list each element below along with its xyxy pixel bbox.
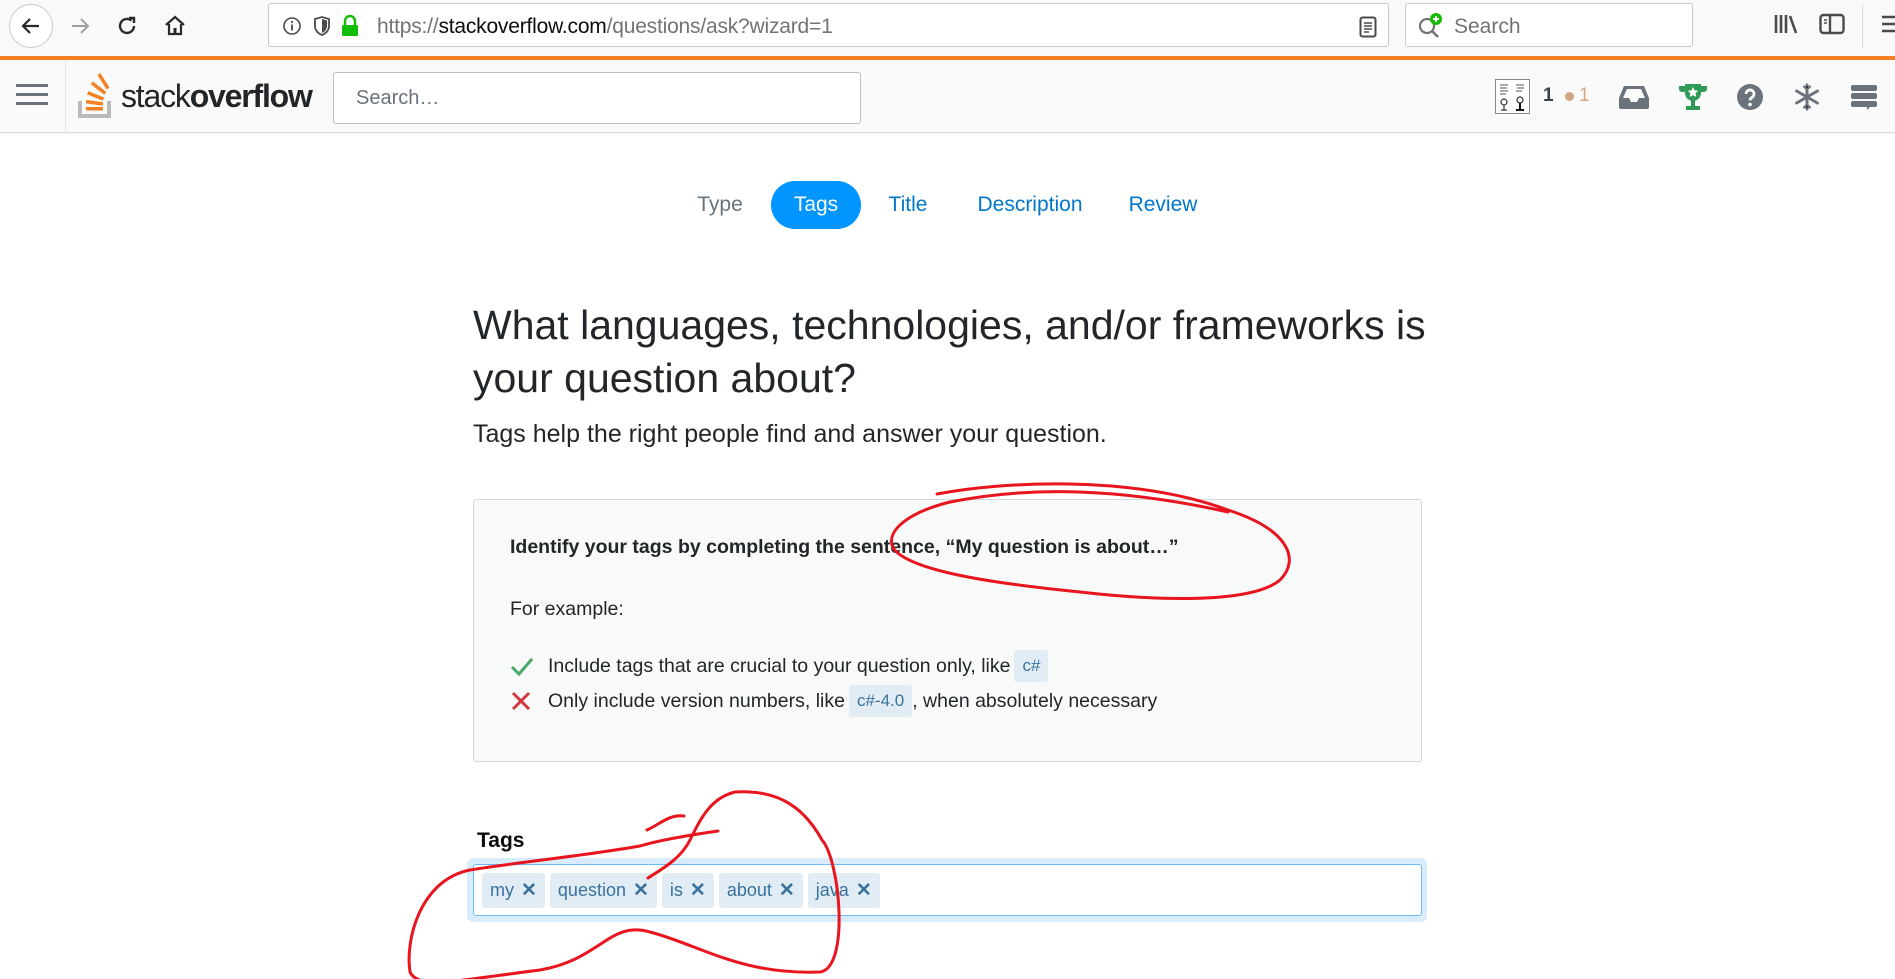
remove-tag-icon[interactable]: ✕ (779, 879, 795, 902)
back-icon (21, 18, 39, 34)
example-tag[interactable]: c# (1014, 650, 1049, 682)
screen: https://stackoverflow.com/questions/ask?… (0, 0, 1895, 979)
site-header: stackoverflow Search… 1 1 (0, 60, 1895, 133)
help-icon (1737, 84, 1763, 110)
forward-button[interactable] (58, 4, 102, 48)
site-switcher-button[interactable] (1847, 80, 1881, 114)
url-text[interactable]: https://stackoverflow.com/questions/ask?… (377, 15, 833, 39)
step-type[interactable]: Type (684, 181, 756, 229)
step-review[interactable]: Review (1124, 181, 1202, 229)
lock-icon[interactable] (339, 15, 361, 37)
remove-tag-icon[interactable]: ✕ (690, 879, 706, 902)
guidance-do-text: Include tags that are crucial to your qu… (548, 654, 1011, 677)
logo-text: stackoverflow (121, 77, 313, 114)
browser-toolbar: https://stackoverflow.com/questions/ask?… (0, 0, 1895, 57)
reader-view-icon[interactable] (1355, 14, 1381, 40)
tag-pill-my[interactable]: my ✕ (482, 873, 545, 908)
home-button[interactable] (153, 4, 197, 48)
bronze-badge-count[interactable]: 1 (1565, 85, 1590, 107)
tag-pill-label: my (490, 880, 514, 900)
browser-search-box[interactable]: Search (1405, 3, 1693, 47)
tag-pill-label: question (557, 880, 626, 900)
sidebar-icon[interactable] (1818, 10, 1846, 38)
tag-guidance-box: Identify your tags by completing the sen… (473, 499, 1422, 762)
tags-label: Tags (477, 829, 525, 852)
tag-pill-about[interactable]: about ✕ (718, 873, 803, 908)
library-icon[interactable] (1772, 10, 1800, 38)
site-search-placeholder: Search… (356, 87, 440, 109)
tag-pill-java[interactable]: java ✕ (807, 873, 880, 908)
search-engine-icon (1418, 13, 1442, 38)
back-button[interactable] (9, 4, 53, 48)
info-icon[interactable] (281, 15, 303, 37)
help-button[interactable] (1733, 80, 1767, 114)
remove-tag-icon[interactable]: ✕ (633, 879, 649, 902)
site-logo[interactable]: stackoverflow (77, 68, 313, 124)
guidance-example-label: For example: (510, 598, 624, 620)
tags-input[interactable]: my ✕ question ✕ is ✕ about ✕ java ✕ (473, 864, 1422, 916)
step-title[interactable]: Title (878, 181, 938, 229)
inbox-button[interactable] (1617, 80, 1651, 114)
browser-search-placeholder: Search (1454, 15, 1521, 38)
wizard-steps: Type Tags Title Description Review (0, 181, 1895, 229)
site-switcher-icon (1851, 85, 1877, 110)
guidance-do-row: Include tags that are crucial to your qu… (510, 649, 1052, 683)
review-snowflake-icon (1795, 83, 1819, 111)
example-tag[interactable]: c#-4.0 (848, 685, 913, 717)
user-avatar[interactable] (1495, 79, 1530, 114)
inbox-icon (1619, 86, 1649, 109)
reputation-count[interactable]: 1 (1543, 85, 1554, 107)
tag-pill-question[interactable]: question ✕ (549, 873, 657, 908)
tag-pill-label: java (815, 880, 849, 900)
forward-icon (72, 18, 90, 34)
stack-logo-icon (78, 73, 111, 118)
menu-icon[interactable] (1880, 10, 1895, 38)
guidance-dont-text: Only include version numbers, like (548, 689, 845, 712)
achievements-button[interactable] (1676, 80, 1710, 114)
remove-tag-icon[interactable]: ✕ (856, 879, 872, 902)
header-divider (65, 60, 66, 133)
review-queues-button[interactable] (1790, 80, 1824, 114)
hamburger-menu-button[interactable] (16, 84, 48, 108)
reload-button[interactable] (105, 4, 149, 48)
step-description[interactable]: Description (972, 181, 1088, 229)
cross-icon (511, 691, 531, 711)
site-search-input[interactable]: Search… (333, 72, 861, 124)
guidance-dont-text-after: , when absolutely necessary (912, 689, 1158, 712)
checkmark-icon (510, 658, 534, 676)
guidance-dont-row: Only include version numbers, like c#-4.… (510, 684, 1157, 718)
tag-pill-label: is (669, 880, 683, 900)
tag-pill-is[interactable]: is ✕ (661, 873, 714, 908)
step-tags[interactable]: Tags (771, 181, 861, 229)
reload-icon (118, 16, 136, 35)
home-icon (165, 15, 185, 36)
achievements-trophy-icon (1679, 84, 1707, 110)
bronze-badge-icon (1565, 91, 1574, 101)
url-bar[interactable]: https://stackoverflow.com/questions/ask?… (268, 3, 1647, 47)
annotation-layer (407, 482, 1291, 979)
annotation-tick-tags (645, 814, 686, 832)
remove-tag-icon[interactable]: ✕ (521, 879, 537, 902)
toolbar-separator (1862, 5, 1863, 49)
page-subtitle: Tags help the right people find and answ… (473, 420, 1107, 448)
tag-pill-label: about (726, 880, 772, 900)
tag-list: my ✕ question ✕ is ✕ about ✕ java ✕ (482, 873, 880, 908)
tracking-shield-icon[interactable] (311, 15, 333, 37)
guidance-title: Identify your tags by completing the sen… (510, 536, 1179, 558)
page-title: What languages, technologies, and/or fra… (473, 302, 1426, 401)
